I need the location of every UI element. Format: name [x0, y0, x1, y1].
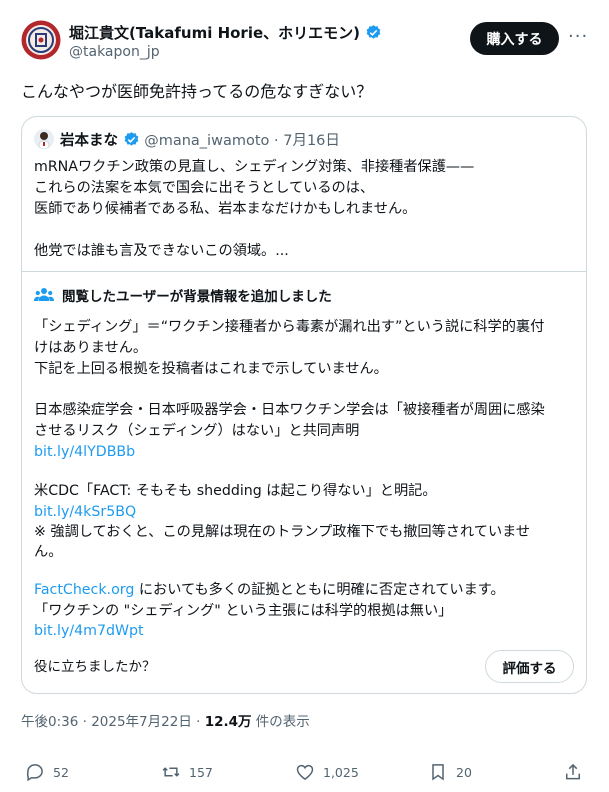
author-name[interactable]: 堀江貴文(Takafumi Horie、ホリエモン): [69, 24, 360, 42]
helpful-question: 役に立ちましたか？: [34, 659, 156, 675]
people-icon: [34, 287, 54, 303]
rate-button[interactable]: 評価する: [485, 650, 574, 683]
repost-count: 157: [189, 764, 213, 780]
reply-count: 52: [53, 764, 69, 780]
author-handle[interactable]: @takapon_jp: [69, 44, 160, 60]
like-icon: [296, 764, 314, 780]
post-meta: 午後0:36 · 2025年7月22日 · 12.4万 件の表示: [21, 710, 310, 730]
factcheck-line: FactCheck.org においても多くの証拠とともに明確に否定されています。: [34, 580, 505, 600]
note-link[interactable]: bit.ly/4m7dWpt: [34, 621, 144, 641]
more-options-icon[interactable]: ···: [568, 26, 588, 50]
bookmark-button[interactable]: 20: [428, 762, 472, 782]
bookmark-count: 20: [456, 764, 472, 780]
repost-button[interactable]: 157: [161, 762, 213, 782]
note-text-line: ん。: [34, 544, 63, 560]
post-text: こんなやつが医師免許持ってるの危なすぎない？: [21, 82, 373, 101]
quote-text-line: 他党では誰も言及できないこの領域。...: [34, 243, 289, 259]
note-text-line: 「ワクチンの "シェディング" という主張には科学的根拠は無い」: [34, 603, 453, 619]
share-button[interactable]: [563, 762, 583, 782]
like-count: 1,025: [323, 764, 359, 780]
note-text-line: 米CDC「FACT: そもそも shedding は起こり得ない」と明記。: [34, 483, 437, 499]
quoted-post-card[interactable]: 岩本まな @mana_iwamoto · 7月16日 mRNAワクチン政策の見直…: [21, 116, 587, 694]
quote-author-name[interactable]: 岩本まな: [60, 133, 118, 149]
note-text-line: けはありません。: [34, 340, 148, 356]
quote-author-handle[interactable]: @mana_iwamoto: [144, 133, 269, 149]
like-button[interactable]: 1,025: [295, 762, 359, 782]
share-icon: [566, 763, 580, 780]
note-text-line: 「シェディング」＝“ワクチン接種者から毒素が漏れ出す”という説に科学的裏付: [34, 319, 545, 335]
buy-button[interactable]: 購入する: [470, 22, 559, 55]
post-timestamp[interactable]: 午後0:36 · 2025年7月22日 ·: [21, 714, 205, 730]
repost-icon: [162, 767, 180, 777]
note-text-line: 日本感染症学会・日本呼吸器学会・日本ワクチン学会は「被接種者が周囲に感染: [34, 402, 545, 418]
note-text-line: ※ 強調しておくと、この見解は現在のトランプ政権下でも撤回等されていませ: [34, 524, 531, 540]
community-note-header: 閲覧したユーザーが背景情報を追加しました: [62, 289, 332, 305]
card-divider: [22, 271, 586, 272]
quote-avatar[interactable]: [34, 129, 54, 149]
note-text-line: 下記を上回る根拠を投稿者はこれまで示していません。: [34, 361, 388, 377]
verified-badge-icon: [366, 25, 381, 39]
quote-date[interactable]: · 7月16日: [274, 133, 340, 149]
author-avatar[interactable]: [21, 20, 61, 60]
quote-text-line: これらの法案を本気で国会に出そうとしているのは、: [34, 180, 375, 196]
views-count: 12.4万: [204, 714, 252, 730]
factcheck-link[interactable]: FactCheck.org: [34, 582, 134, 598]
note-link[interactable]: bit.ly/4kSr5BQ: [34, 502, 136, 522]
reply-icon: [26, 764, 43, 782]
quote-text-line: mRNAワクチン政策の見直し、シェディング対策、非接種者保護——: [34, 159, 475, 175]
views-label: 件の表示: [251, 714, 310, 730]
note-link[interactable]: bit.ly/4lYDBBb: [34, 442, 135, 462]
quote-text-line: 医師であり候補者である私、岩本まなだけかもしれません。: [34, 201, 417, 217]
factcheck-text: においても多くの証拠とともに明確に否定されています。: [134, 582, 505, 598]
verified-badge-icon: [124, 132, 138, 146]
note-text-line: させるリスク（シェディング）はない」と共同声明: [34, 423, 360, 439]
reply-button[interactable]: 52: [25, 762, 69, 782]
bookmark-icon: [432, 764, 444, 781]
